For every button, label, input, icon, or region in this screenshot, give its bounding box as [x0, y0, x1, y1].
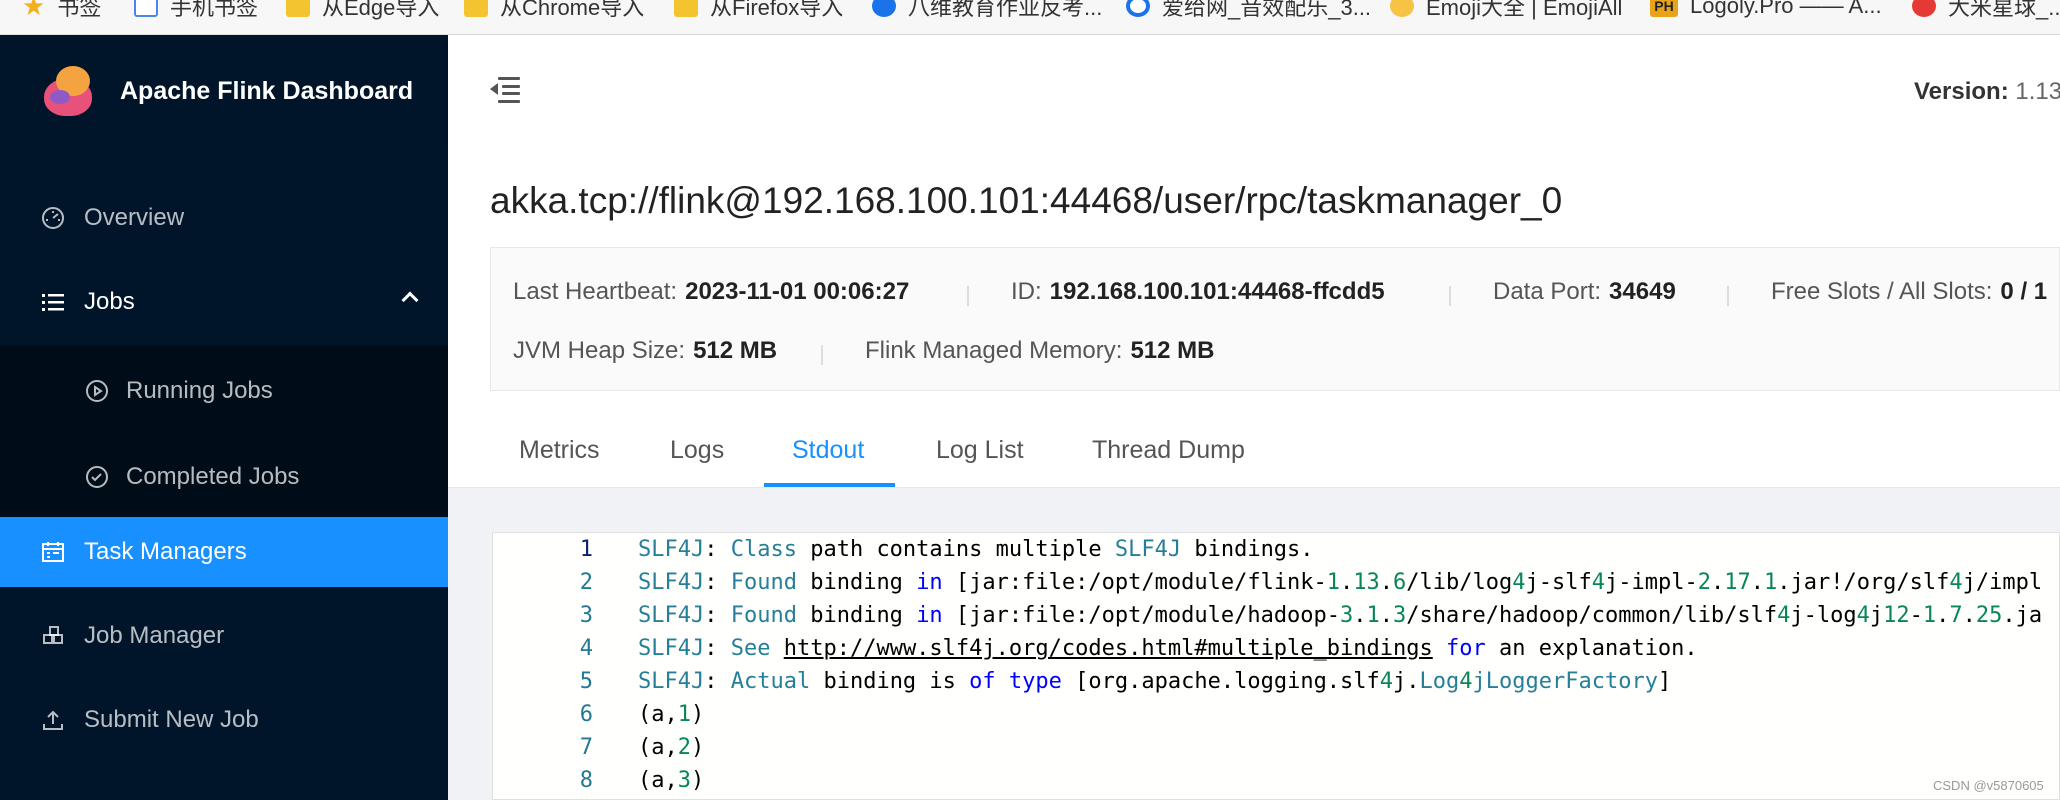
page-title: akka.tcp://flink@192.168.100.101:44468/u… — [490, 180, 1563, 221]
sidebar-item-running-jobs[interactable]: Running Jobs — [0, 345, 448, 437]
divider — [821, 345, 823, 365]
bookmark-item[interactable]: 爱给网_音效配乐_3... — [1126, 0, 1371, 21]
code-line: SLF4J: Actual binding is of type [org.ap… — [638, 669, 1672, 694]
tab-metrics[interactable]: Metrics — [519, 436, 600, 465]
page-icon — [134, 0, 158, 17]
upload-icon — [40, 707, 66, 733]
line-number: 5 — [579, 669, 593, 694]
line-number: 6 — [579, 702, 593, 727]
sidebar-item-label: Running Jobs — [126, 377, 273, 404]
heartbeat-item: Last Heartbeat: 2023-11-01 00:06:27 — [513, 278, 910, 305]
tab-thread-dump[interactable]: Thread Dump — [1092, 436, 1245, 465]
sidebar-item-label: Jobs — [84, 288, 135, 315]
sidebar-item-label: Completed Jobs — [126, 463, 300, 490]
check-circle-icon — [84, 464, 110, 490]
sidebar-item-overview[interactable]: Overview — [0, 183, 448, 253]
emoji-icon — [1390, 0, 1414, 17]
stdout-editor[interactable]: 1 2 3 4 5 6 7 8 SLF4J: Class path contai… — [492, 532, 2060, 800]
star-icon: ★ — [22, 0, 46, 21]
sidebar-item-label: Overview — [84, 204, 185, 231]
sidebar-item-label: Task Managers — [84, 538, 247, 565]
bookmark-item[interactable]: Emoji大全 | EmojiAll — [1390, 0, 1622, 21]
tab-bar: Metrics Logs Stdout Log List Thread Dump — [448, 420, 2060, 488]
list-icon — [40, 289, 66, 315]
bookmark-item[interactable]: 从Edge导入 — [286, 0, 439, 21]
code-line: (a,2) — [638, 735, 705, 760]
jvm-heap-item: JVM Heap Size: 512 MB — [513, 337, 778, 364]
sidebar-item-label: Job Manager — [84, 622, 225, 649]
divider — [1727, 286, 1729, 306]
sidebar-item-submit-new-job[interactable]: Submit New Job — [0, 685, 448, 755]
schedule-icon — [40, 539, 66, 565]
bookmark-item[interactable]: 手机书签 — [134, 0, 258, 21]
bookmark-item[interactable]: 大米星球_... — [1912, 0, 2060, 21]
line-number: 7 — [579, 735, 593, 760]
code-line: SLF4J: See http://www.slf4j.org/codes.ht… — [638, 636, 1698, 661]
watermark: CSDN @v5870605 — [1933, 778, 2044, 793]
code-line: SLF4J: Found binding in [jar:file:/opt/m… — [638, 570, 2043, 595]
bookmark-item[interactable]: 从Chrome导入 — [464, 0, 644, 21]
tab-logs[interactable]: Logs — [670, 436, 724, 465]
brand-link[interactable]: Apache Flink Dashboard — [40, 59, 413, 123]
code-line: (a,3) — [638, 768, 705, 793]
id-item: ID: 192.168.100.101:44468-ffcdd5 — [1011, 278, 1385, 305]
cluster-icon — [40, 623, 66, 649]
top-header: Version: 1.13. — [448, 35, 2060, 147]
sidebar-item-task-managers[interactable]: Task Managers — [0, 517, 448, 587]
line-number: 1 — [579, 537, 593, 562]
dashboard-icon — [40, 205, 66, 231]
code-line: SLF4J: Found binding in [jar:file:/opt/m… — [638, 603, 2043, 628]
sidebar-item-label: Submit New Job — [84, 706, 259, 733]
line-number: 2 — [579, 570, 593, 595]
folder-icon — [286, 0, 310, 17]
bookmark-item[interactable]: ★ 书签 — [22, 0, 101, 21]
bookmark-item[interactable]: 八维教育作业反考... — [872, 0, 1102, 21]
sidebar: Apache Flink Dashboard Overview Jobs Run… — [0, 35, 448, 800]
bookmarks-bar: ★ 书签 手机书签 从Edge导入 从Chrome导入 从Firefox导入 八维… — [0, 0, 2060, 35]
menu-fold-icon[interactable] — [490, 77, 520, 103]
ring-icon — [1126, 0, 1150, 17]
sidebar-item-job-manager[interactable]: Job Manager — [0, 601, 448, 671]
code-line: SLF4J: Class path contains multiple SLF4… — [638, 537, 1314, 562]
ph-icon: PH — [1650, 0, 1678, 17]
line-number: 8 — [579, 768, 593, 793]
slots-item: Free Slots / All Slots: 0 / 1 — [1771, 278, 2048, 305]
tab-log-list[interactable]: Log List — [936, 436, 1024, 465]
line-number: 3 — [579, 603, 593, 628]
version-info: Version: 1.13. — [1914, 78, 2060, 105]
managed-memory-item: Flink Managed Memory: 512 MB — [865, 337, 1215, 364]
sidebar-item-completed-jobs[interactable]: Completed Jobs — [0, 437, 448, 517]
tab-stdout[interactable]: Stdout — [792, 436, 864, 465]
flink-logo — [40, 62, 98, 120]
bookmark-item[interactable]: PH Logoly.Pro —— A... — [1650, 0, 1882, 21]
code-line: (a,1) — [638, 702, 705, 727]
bookmark-item[interactable]: 从Firefox导入 — [674, 0, 843, 21]
globe-icon — [872, 0, 896, 17]
line-number: 4 — [579, 636, 593, 661]
red-icon — [1912, 0, 1936, 17]
folder-icon — [464, 0, 488, 17]
sidebar-item-jobs[interactable]: Jobs — [0, 267, 448, 337]
divider — [967, 286, 969, 306]
active-tab-indicator — [764, 483, 895, 487]
divider — [1449, 286, 1451, 306]
data-port-item: Data Port: 34649 — [1493, 278, 1676, 305]
chevron-up-icon — [401, 291, 419, 309]
folder-icon — [674, 0, 698, 17]
task-manager-descriptions: Last Heartbeat: 2023-11-01 00:06:27 ID: 19… — [490, 247, 2060, 391]
brand-title: Apache Flink Dashboard — [120, 76, 414, 105]
play-circle-icon — [84, 378, 110, 404]
